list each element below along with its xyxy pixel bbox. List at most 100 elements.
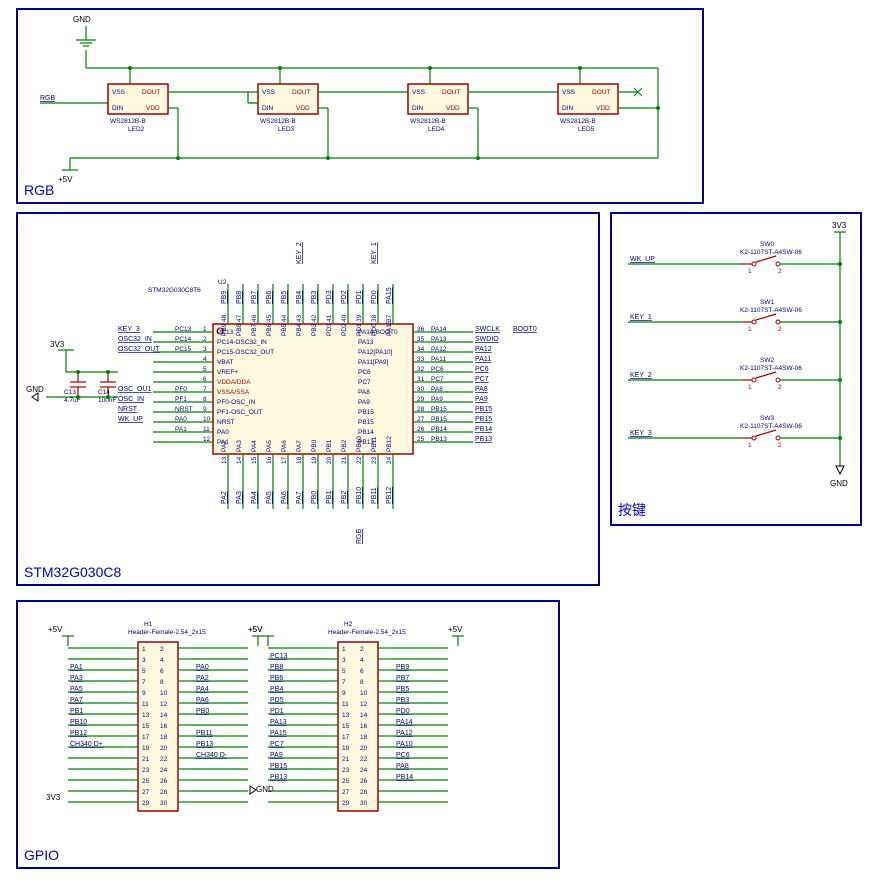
svg-text:PA6: PA6 (281, 491, 288, 504)
svg-text:9: 9 (342, 690, 346, 697)
svg-text:PA9: PA9 (358, 399, 370, 406)
svg-text:PC7: PC7 (358, 379, 371, 386)
svg-text:PA0: PA0 (196, 664, 209, 671)
svg-text:DIN: DIN (112, 105, 124, 112)
svg-text:PB10: PB10 (356, 487, 363, 504)
svg-text:3V3: 3V3 (832, 221, 847, 230)
svg-text:PA6: PA6 (281, 440, 288, 452)
svg-text:PB8: PB8 (236, 291, 243, 304)
svg-text:26: 26 (360, 778, 368, 785)
svg-text:VSS: VSS (562, 89, 576, 96)
svg-text:PB2: PB2 (341, 491, 348, 504)
svg-text:2: 2 (778, 384, 782, 391)
svg-text:PB5: PB5 (281, 291, 288, 304)
svg-text:WS2812B-B: WS2812B-B (410, 118, 446, 125)
svg-text:PB15: PB15 (475, 416, 492, 423)
svg-text:PB2: PB2 (341, 439, 348, 452)
svg-text:13: 13 (142, 712, 150, 719)
svg-text:47: 47 (236, 314, 243, 322)
svg-text:PA14: PA14 (396, 719, 413, 726)
svg-text:PB5: PB5 (396, 686, 409, 693)
svg-text:VSS: VSS (112, 89, 126, 96)
svg-text:OSC_IN: OSC_IN (118, 396, 144, 403)
svg-text:PB4: PB4 (296, 323, 303, 336)
svg-text:CH340 D-: CH340 D- (196, 752, 228, 759)
svg-text:K2-1107ST-A4SW-06: K2-1107ST-A4SW-06 (740, 423, 802, 430)
svg-text:2: 2 (778, 268, 782, 275)
svg-text:PB14: PB14 (396, 774, 413, 781)
svg-text:3: 3 (342, 657, 346, 664)
svg-text:11: 11 (342, 701, 349, 708)
block-keys: 3V3 WK_UP12SW0K2-1107ST-A4SW-06KEY_112SW… (610, 212, 862, 526)
svg-text:28: 28 (417, 406, 425, 413)
svg-text:PA3: PA3 (70, 675, 83, 682)
mcu-schematic: U2 STM32G030C8T6 48PB9PB947PB8PB846PB7PB… (18, 214, 598, 584)
svg-text:PB14: PB14 (431, 426, 447, 433)
rgb-5v-label: +5V (58, 175, 73, 184)
svg-text:PC6: PC6 (396, 752, 410, 759)
svg-text:8: 8 (160, 679, 164, 686)
svg-text:H2: H2 (344, 621, 353, 628)
svg-text:3V3: 3V3 (46, 793, 61, 802)
svg-text:PA2: PA2 (221, 491, 228, 504)
svg-text:42: 42 (311, 314, 318, 322)
svg-text:17: 17 (342, 734, 350, 741)
svg-text:PB1: PB1 (326, 491, 333, 504)
svg-text:9: 9 (142, 690, 146, 697)
svg-text:PA11[PA9]: PA11[PA9] (358, 359, 389, 366)
svg-text:PB14: PB14 (475, 426, 492, 433)
svg-text:34: 34 (417, 346, 425, 353)
svg-text:KEY_2: KEY_2 (296, 242, 303, 264)
svg-text:SWDIO: SWDIO (475, 336, 499, 343)
svg-text:OSC32_OUT: OSC32_OUT (118, 346, 160, 353)
svg-text:PC6: PC6 (475, 366, 489, 373)
svg-text:PF1: PF1 (175, 396, 187, 403)
svg-text:DOUT: DOUT (142, 89, 160, 96)
svg-text:SW0: SW0 (760, 241, 774, 248)
svg-text:PA13: PA13 (358, 339, 374, 346)
svg-text:PA4: PA4 (251, 440, 258, 452)
svg-text:VSS: VSS (262, 89, 276, 96)
svg-text:PF1-OSC_OUT: PF1-OSC_OUT (217, 409, 263, 416)
svg-text:PA10: PA10 (396, 741, 413, 748)
svg-text:VDD: VDD (296, 105, 310, 112)
svg-text:28: 28 (160, 789, 168, 796)
svg-text:DOUT: DOUT (592, 89, 610, 96)
svg-text:6: 6 (160, 668, 164, 675)
svg-text:PC13: PC13 (217, 329, 234, 336)
svg-text:3: 3 (142, 657, 146, 664)
svg-text:14: 14 (160, 712, 168, 719)
svg-text:RGB: RGB (356, 529, 363, 545)
svg-text:WK_UP: WK_UP (630, 256, 655, 263)
svg-text:PA11: PA11 (475, 356, 491, 363)
svg-text:NRST: NRST (118, 406, 138, 413)
svg-text:PB0: PB0 (311, 439, 318, 452)
svg-text:LED2: LED2 (128, 126, 145, 133)
svg-text:2: 2 (360, 646, 364, 653)
svg-text:PB14: PB14 (358, 429, 374, 436)
svg-text:PA1: PA1 (175, 426, 187, 433)
svg-text:1: 1 (748, 442, 752, 449)
svg-text:24: 24 (160, 767, 168, 774)
svg-text:KEY_1: KEY_1 (371, 242, 378, 264)
svg-text:BOOT0: BOOT0 (513, 326, 537, 333)
keys-schematic: 3V3 WK_UP12SW0K2-1107ST-A4SW-06KEY_112SW… (612, 214, 860, 524)
mcu-top-pins: 48PB9PB947PB8PB846PB7PB745PB6PB644PB5PB5… (221, 242, 393, 336)
svg-text:PB11: PB11 (371, 487, 378, 504)
svg-text:1: 1 (142, 646, 146, 653)
svg-text:10: 10 (360, 690, 368, 697)
svg-text:LED3: LED3 (278, 126, 295, 133)
svg-text:PB13: PB13 (431, 436, 447, 443)
svg-text:DOUT: DOUT (442, 89, 460, 96)
svg-text:PC6: PC6 (431, 366, 444, 373)
svg-text:KEY_3: KEY_3 (630, 430, 652, 437)
svg-text:PD0: PD0 (396, 708, 410, 715)
svg-text:2: 2 (160, 646, 164, 653)
svg-text:PB15: PB15 (431, 416, 447, 423)
svg-text:PC13: PC13 (175, 326, 192, 333)
svg-text:8: 8 (203, 396, 207, 403)
svg-text:PA11: PA11 (431, 356, 446, 363)
svg-text:+5V: +5V (248, 625, 263, 634)
svg-text:43: 43 (296, 314, 303, 322)
svg-text:1: 1 (748, 326, 752, 333)
